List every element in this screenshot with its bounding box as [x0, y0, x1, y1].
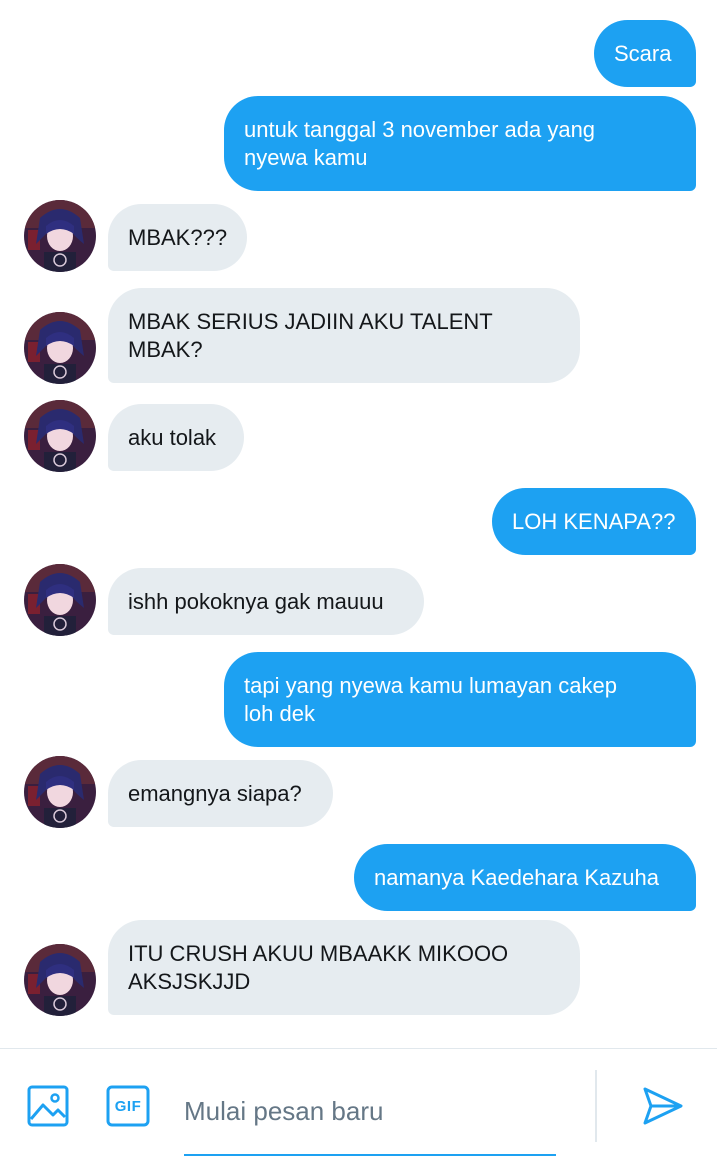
- incoming-message-bubble[interactable]: MBAK SERIUS JADIIN AKU TALENT MBAK?: [108, 288, 580, 383]
- contact-avatar[interactable]: [24, 756, 96, 828]
- outgoing-message-bubble[interactable]: namanya Kaedehara Kazuha: [354, 844, 696, 911]
- incoming-message-bubble[interactable]: ishh pokoknya gak mauuu: [108, 568, 424, 635]
- incoming-message-bubble[interactable]: MBAK???: [108, 204, 247, 271]
- contact-avatar[interactable]: [24, 200, 96, 272]
- outgoing-message-bubble[interactable]: untuk tanggal 3 november ada yang nyewa …: [224, 96, 696, 191]
- send-button[interactable]: [640, 1084, 686, 1128]
- contact-avatar[interactable]: [24, 564, 96, 636]
- outgoing-message-bubble[interactable]: Scara: [594, 20, 696, 87]
- incoming-message-bubble[interactable]: ITU CRUSH AKUU MBAAKK MIKOOO AKSJSKJJD: [108, 920, 580, 1015]
- send-icon: [643, 1087, 683, 1125]
- message-input-wrapper: [184, 1078, 556, 1156]
- avatar-image: [24, 564, 96, 636]
- gif-label: GIF: [114, 1097, 142, 1115]
- contact-avatar[interactable]: [24, 944, 96, 1016]
- gif-button[interactable]: GIF: [106, 1085, 150, 1127]
- composer-divider: [595, 1070, 597, 1142]
- avatar-image: [24, 944, 96, 1016]
- image-button[interactable]: [24, 1084, 72, 1128]
- avatar-image: [24, 756, 96, 828]
- avatar-image: [24, 312, 96, 384]
- contact-avatar[interactable]: [24, 400, 96, 472]
- incoming-message-bubble[interactable]: emangnya siapa?: [108, 760, 333, 827]
- contact-avatar[interactable]: [24, 312, 96, 384]
- outgoing-message-bubble[interactable]: LOH KENAPA??: [492, 488, 696, 555]
- avatar-image: [24, 400, 96, 472]
- outgoing-message-bubble[interactable]: tapi yang nyewa kamu lumayan cakep loh d…: [224, 652, 696, 747]
- avatar-image: [24, 200, 96, 272]
- incoming-message-bubble[interactable]: aku tolak: [108, 404, 244, 471]
- message-input[interactable]: [184, 1082, 556, 1140]
- image-icon: [27, 1085, 69, 1127]
